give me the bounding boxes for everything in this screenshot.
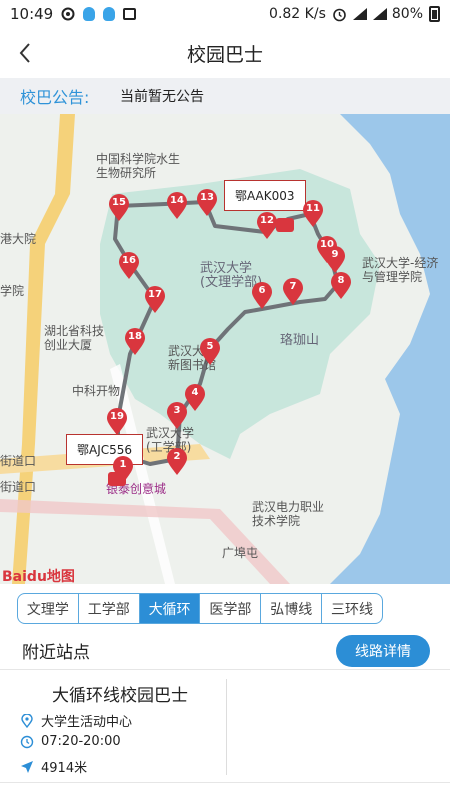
- map-label-jiedaokou-2: 街道口: [0, 480, 37, 494]
- map-label-zhongke: 中科开物: [72, 384, 121, 398]
- stop-pin-12[interactable]: 12: [256, 212, 278, 240]
- nearby-title: 附近站点: [22, 643, 90, 663]
- card-divider: [226, 679, 227, 775]
- bus-icon-2[interactable]: [108, 472, 126, 486]
- page-title: 校园巴士: [186, 43, 263, 66]
- stop-pin-19[interactable]: 19: [106, 408, 128, 436]
- tab-sanhuan[interactable]: 三环线: [322, 594, 382, 623]
- bus-icon[interactable]: [276, 218, 294, 232]
- signal-icon: [352, 7, 367, 21]
- map-label-inst: 中国科学院水生 生物研究所: [96, 152, 181, 180]
- campus-area: [100, 169, 380, 459]
- tab-hongbo[interactable]: 弘博线: [261, 594, 323, 623]
- route-tabs: 文理学 工学部 大循环 医学部 弘博线 三环线: [17, 593, 383, 624]
- map-label-hubei: 湖北省科技 创业大厦: [44, 324, 105, 352]
- stop-pin-14[interactable]: 14: [166, 192, 188, 220]
- stop-pin-16[interactable]: 16: [118, 252, 140, 280]
- card-hours: 07:20-20:00: [41, 734, 121, 749]
- chevron-left-icon[interactable]: [14, 41, 38, 65]
- qq-icon: [83, 7, 96, 21]
- card-hours-row: 07:20-20:00: [20, 734, 121, 749]
- app-header: 校园巴士: [0, 28, 450, 78]
- signal-icon-2: [372, 7, 387, 21]
- card-distance-row: 4914米: [20, 757, 87, 776]
- card-distance: 4914米: [41, 761, 88, 776]
- network-speed: 0.82 K/s: [269, 6, 326, 22]
- route-detail-button[interactable]: 线路详情: [336, 634, 430, 667]
- tab-wenli[interactable]: 文理学: [18, 594, 79, 623]
- stop-pin-7[interactable]: 7: [282, 278, 304, 306]
- card-station-row: 大学生活动中心: [20, 711, 132, 730]
- stop-pin-5[interactable]: 5: [199, 338, 221, 366]
- battery-icon: [429, 6, 440, 22]
- battery-percent: 80%: [391, 6, 423, 22]
- tab-daxunhuan[interactable]: 大循环: [139, 594, 201, 623]
- notice-bar: 校巴公告: 当前暂无公告: [0, 78, 450, 114]
- stop-pin-11[interactable]: 11: [302, 200, 324, 228]
- sync-icon: [61, 7, 75, 21]
- qq-icon-2: [103, 7, 116, 21]
- location-pin-icon: [20, 712, 34, 728]
- notice-text: 当前暂无公告: [120, 89, 204, 105]
- stop-pin-9[interactable]: 9: [324, 246, 346, 274]
- route-map[interactable]: 中国科学院水生 生物研究所 港大院 学院 湖北省科技 创业大厦 中科开物 武汉大…: [0, 114, 450, 584]
- stop-pin-15[interactable]: 15: [108, 194, 130, 222]
- status-bar: 10:49 0.82 K/s 80%: [0, 0, 450, 28]
- lake-shape: [330, 114, 450, 584]
- stop-pin-18[interactable]: 18: [124, 328, 146, 356]
- map-label-luojia: 珞珈山: [280, 333, 320, 348]
- status-time: 10:49: [10, 5, 54, 23]
- card-title: 大循环线校园巴士: [52, 686, 188, 706]
- navigation-arrow-icon: [20, 760, 34, 774]
- map-label-guangbu: 广埠屯: [222, 546, 259, 560]
- station-card[interactable]: 大循环线校园巴士 大学生活动中心 07:20-20:00 4914米: [0, 671, 450, 783]
- map-label-gang: 港大院: [0, 232, 37, 246]
- card-station: 大学生活动中心: [41, 715, 133, 730]
- map-label-power: 武汉电力职业 技术学院: [252, 500, 325, 528]
- stop-pin-2[interactable]: 2: [166, 448, 188, 476]
- notice-label: 校巴公告:: [20, 88, 90, 107]
- stop-pin-17[interactable]: 17: [144, 286, 166, 314]
- bus-tag-1[interactable]: 鄂AAK003: [224, 180, 306, 211]
- stop-pin-8[interactable]: 8: [330, 272, 352, 300]
- stop-pin-13[interactable]: 13: [196, 189, 218, 217]
- map-label-jiedaokou: 街道口: [0, 454, 37, 468]
- tab-yixue[interactable]: 医学部: [200, 594, 262, 623]
- tab-gongxue[interactable]: 工学部: [79, 594, 140, 623]
- nearby-header: 附近站点 线路详情: [0, 632, 450, 670]
- stop-pin-6[interactable]: 6: [251, 282, 273, 310]
- map-label-xueyuan: 学院: [0, 284, 25, 298]
- clock-icon: [20, 735, 34, 749]
- stop-pin-3[interactable]: 3: [166, 402, 188, 430]
- baidu-map-logo: Baidu地图: [2, 569, 75, 584]
- map-label-econ: 武汉大学-经济 与管理学院: [362, 256, 439, 284]
- image-icon: [123, 8, 137, 20]
- alarm-icon: [332, 7, 346, 22]
